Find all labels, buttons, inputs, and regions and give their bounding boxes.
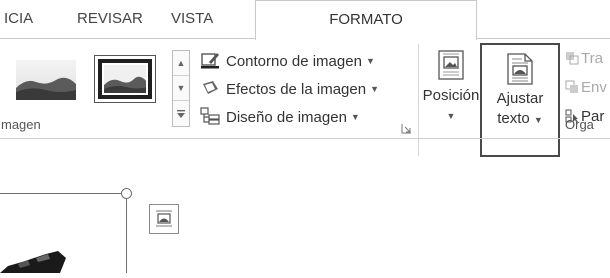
picture-border-icon	[200, 51, 220, 69]
ribbon-bottom-border	[0, 138, 610, 139]
selected-image-border	[126, 193, 127, 273]
position-icon	[438, 50, 464, 80]
selected-image-border	[0, 193, 127, 194]
posicion-button[interactable]: Posición ▼	[420, 50, 482, 123]
tab-revisar[interactable]: REVISAR	[77, 0, 143, 38]
group-label-organizar: Orga	[565, 117, 594, 132]
gallery-more-icon	[177, 109, 185, 118]
chevron-down-icon: ▼	[365, 56, 375, 66]
picture-style-black-frame-icon	[104, 65, 146, 93]
chevron-down-icon: ▼	[350, 112, 360, 122]
enviar-atras-button[interactable]: Env	[565, 77, 607, 99]
document-image-fragment	[0, 248, 70, 273]
chevron-down-icon: ▼	[370, 84, 380, 94]
gallery-scroll-down-button[interactable]: ▼	[173, 76, 189, 101]
picture-layout-icon	[200, 107, 220, 125]
layout-options-button[interactable]	[149, 204, 179, 234]
tab-inicio[interactable]: ICIA	[4, 0, 33, 38]
picture-style-simple[interactable]	[16, 60, 76, 100]
efectos-imagen-button[interactable]: Efectos de la imagen ▼	[200, 78, 379, 100]
picture-style-black-frame[interactable]	[94, 55, 156, 103]
bring-forward-icon	[565, 50, 579, 65]
efectos-label: Efectos de la imagen	[226, 81, 367, 98]
send-backward-icon	[565, 79, 579, 93]
picture-effects-icon	[200, 79, 220, 97]
chevron-down-icon: ▼	[446, 111, 456, 121]
resize-handle[interactable]	[121, 188, 132, 199]
group-separator	[418, 44, 419, 156]
posicion-label: Posición	[422, 87, 480, 104]
ajustar-label-line1: Ajustar	[496, 90, 544, 107]
ajustar-label-line2: texto	[497, 110, 530, 127]
tab-baseline	[476, 38, 610, 39]
group-label-estilos: magen	[1, 117, 41, 132]
dialog-launcher-icon[interactable]	[401, 121, 412, 134]
traer-label: Tra	[581, 50, 603, 67]
diseno-imagen-button[interactable]: Diseño de imagen ▼	[200, 106, 360, 128]
contorno-imagen-button[interactable]: Contorno de imagen ▼	[200, 50, 375, 72]
ajustar-texto-button[interactable]: Ajustar texto ▼	[480, 43, 560, 157]
wrap-text-icon	[506, 53, 534, 85]
chevron-down-icon: ▼	[533, 115, 543, 125]
tab-baseline	[0, 38, 256, 39]
gallery-more-button[interactable]	[173, 101, 189, 126]
enviar-label: Env	[581, 79, 607, 96]
diseno-label: Diseño de imagen	[226, 109, 347, 126]
picture-style-simple-icon	[16, 60, 76, 100]
gallery-scrollbar: ▲ ▼	[172, 50, 190, 127]
gallery-scroll-up-button[interactable]: ▲	[173, 51, 189, 76]
layout-options-icon	[156, 210, 172, 227]
contorno-label: Contorno de imagen	[226, 53, 362, 70]
tab-formato[interactable]: FORMATO	[255, 0, 477, 40]
tab-vista[interactable]: VISTA	[171, 0, 213, 38]
traer-adelante-button[interactable]: Tra	[565, 48, 603, 70]
